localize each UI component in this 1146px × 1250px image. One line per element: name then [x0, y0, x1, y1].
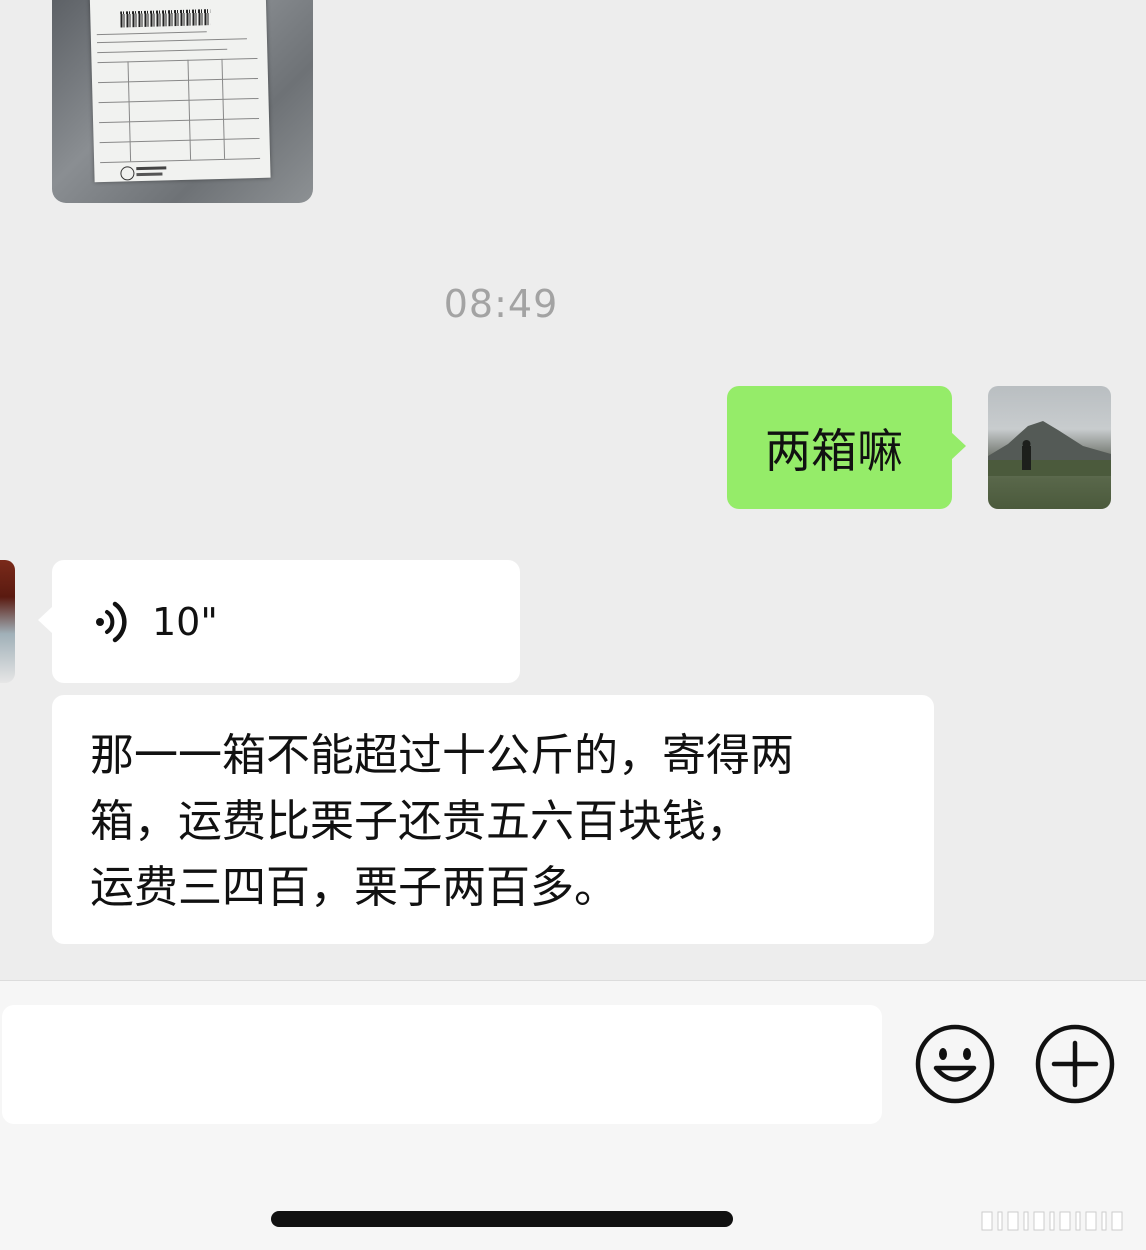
outgoing-text: 两箱嘛: [765, 423, 903, 478]
voice-wave-icon: [96, 601, 127, 642]
message-timestamp: 08:49: [443, 282, 559, 326]
waybill-photo: [89, 0, 271, 183]
watermark-graphic: [981, 1211, 1123, 1231]
outgoing-text-bubble[interactable]: 两箱嘛: [727, 386, 966, 509]
mountain-landscape: [988, 421, 1111, 476]
chat-screen: 08:49 两箱嘛 10" 那一一箱不能超过十公斤的，寄得两 箱，运费比栗子还贵…: [0, 0, 1146, 1250]
self-avatar[interactable]: [988, 386, 1111, 509]
message-input[interactable]: [2, 1005, 882, 1124]
plus-circle-icon[interactable]: [1034, 1023, 1116, 1105]
voice-message-bubble[interactable]: 10": [38, 560, 520, 683]
contact-avatar[interactable]: [0, 560, 15, 683]
message-line: 箱，运费比栗子还贵五六百块钱，: [90, 796, 750, 847]
message-line: 运费三四百，栗子两百多。: [90, 862, 618, 913]
image-message-waybill[interactable]: [52, 0, 313, 203]
home-indicator: [271, 1211, 733, 1227]
input-bar: [0, 980, 1146, 1250]
voice-duration: 10": [152, 599, 218, 644]
incoming-text-bubble[interactable]: 那一一箱不能超过十公斤的，寄得两 箱，运费比栗子还贵五六百块钱， 运费三四百，栗…: [52, 695, 934, 944]
barcode-graphic: [120, 9, 211, 28]
smiley-face-icon[interactable]: [914, 1023, 996, 1105]
message-line: 那一一箱不能超过十公斤的，寄得两: [90, 730, 794, 781]
sf-express-logo: [120, 166, 135, 181]
